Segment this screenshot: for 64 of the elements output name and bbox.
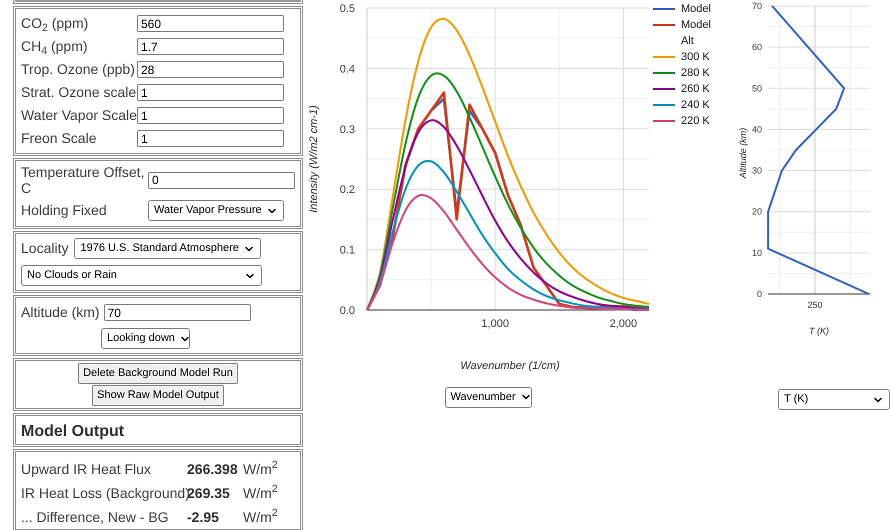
tick-label: 20 <box>752 206 762 217</box>
tick-label: 0.0 <box>340 305 355 317</box>
output-value: 266.398 <box>187 460 239 478</box>
input-field[interactable]: 1 <box>137 84 284 101</box>
legend-label: Model Alt <box>681 18 712 49</box>
dropdown[interactable]: Looking down <box>101 328 190 349</box>
input-field[interactable]: 28 <box>137 61 284 78</box>
output-value: -2.95 <box>187 508 220 526</box>
tick-label: 0.5 <box>340 3 355 15</box>
legend-label: 280 K <box>681 66 711 81</box>
output-unit: W/m$^{2}$ <box>243 482 278 502</box>
field-label: Temperature Offset, C <box>21 164 146 196</box>
input-field[interactable]: 1 <box>137 130 284 147</box>
tick-label: 1,000 <box>481 318 509 330</box>
field-label: Water Vapor Scale <box>21 106 137 125</box>
input-field[interactable]: 560 <box>137 15 284 32</box>
output-label: Upward IR Heat Flux <box>21 460 152 479</box>
output-label: IR Heat Loss (Background) <box>21 484 187 503</box>
axis-title: Wavenumber (1/cm) <box>460 359 560 374</box>
tick-label: 0.4 <box>340 63 355 76</box>
input-field[interactable]: 1 <box>137 107 284 124</box>
input-field[interactable]: 70 <box>104 304 251 321</box>
dropdown[interactable]: Wavenumber <box>444 386 532 408</box>
input-field[interactable]: 1.7 <box>137 38 284 55</box>
tick-label: 30 <box>752 166 762 176</box>
field-label: Holding Fixed <box>21 201 108 220</box>
section-title: Model Output <box>21 423 124 440</box>
tick-label: 0.1 <box>340 244 355 257</box>
output-value: 269.35 <box>187 484 231 500</box>
legend-label: 300 K <box>681 50 711 65</box>
field-label: CO$_{2}$ (ppm) <box>21 14 90 34</box>
tick-label: 70 <box>752 1 762 11</box>
field-label: Locality <box>21 239 68 258</box>
output-unit: W/m$^{2}$ <box>243 458 278 478</box>
tick-label: 40 <box>752 124 762 134</box>
legend-label: 260 K <box>681 82 711 97</box>
tick-label: 2,000 <box>610 318 638 330</box>
tick-label: 0 <box>756 289 762 299</box>
dropdown[interactable]: Water Vapor Pressure <box>148 200 284 221</box>
tick-label: 0.2 <box>340 184 355 196</box>
axis-title: T (K) <box>809 326 829 336</box>
field-label: CH$_{4}$ (ppm) <box>21 37 89 57</box>
legend-label: 240 K <box>681 98 711 113</box>
output-label: ... Difference, New - BG <box>21 508 170 526</box>
tick-label: 10 <box>752 248 762 258</box>
tick-label: 50 <box>752 83 762 94</box>
dropdown[interactable]: 1976 U.S. Standard Atmosphere <box>74 238 261 259</box>
dropdown[interactable]: No Clouds or Rain <box>21 265 262 286</box>
legend-label: Model <box>681 2 712 17</box>
tick-label: 0.3 <box>340 124 355 136</box>
tick-label: 60 <box>752 42 762 52</box>
input-field[interactable]: 0 <box>148 172 295 188</box>
tick-label: 250 <box>808 300 823 310</box>
field-label: Altitude (km) <box>21 303 100 322</box>
field-label: Freon Scale <box>21 129 98 148</box>
field-label: Strat. Ozone scale <box>21 83 137 102</box>
axis-title: Intensity (W/m2 cm-1) <box>308 105 320 213</box>
legend-label: 220 K <box>681 114 711 129</box>
action-button[interactable]: Delete Background Model Run <box>78 363 238 384</box>
action-button[interactable]: Show Raw Model Output <box>92 385 224 406</box>
axis-title: Altitude (km) <box>738 128 748 178</box>
field-label: Trop. Ozone (ppb) <box>21 60 136 79</box>
dropdown[interactable]: T (K) <box>778 389 890 410</box>
output-unit: W/m$^{2}$ <box>243 506 278 526</box>
